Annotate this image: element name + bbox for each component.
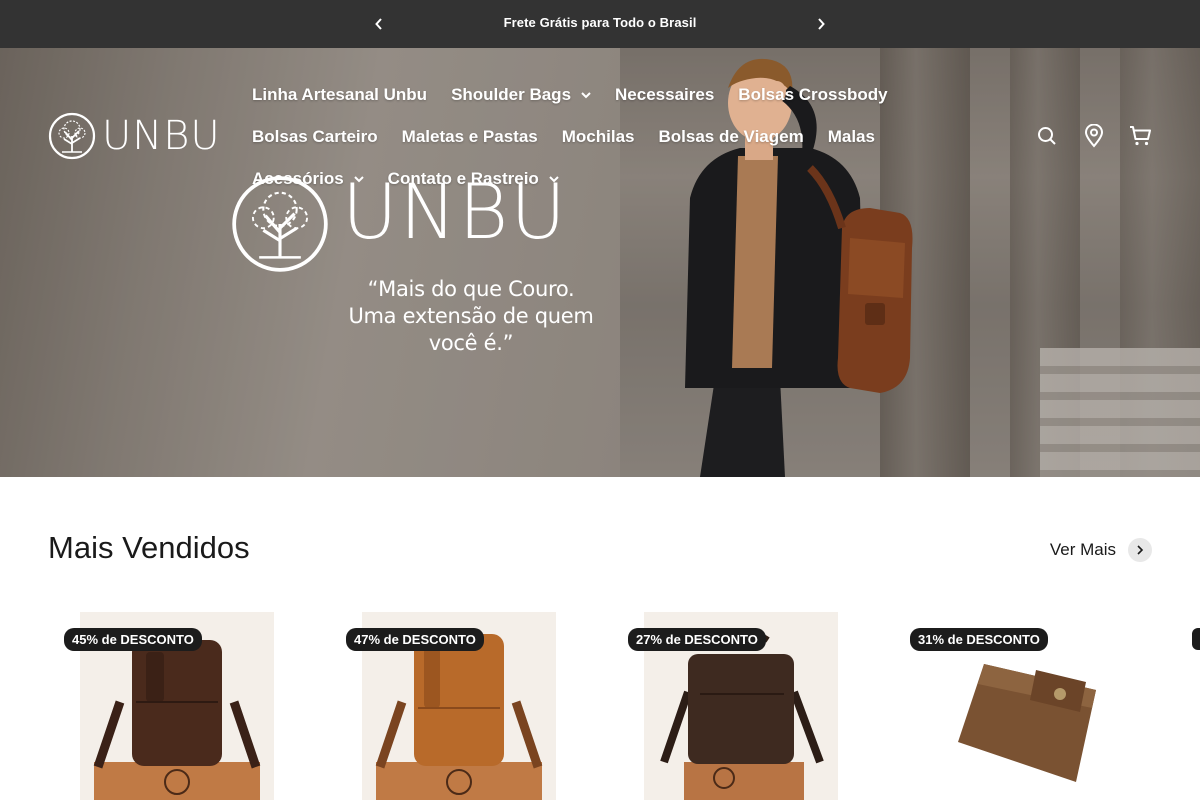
logo-wordmark: UNBU (102, 113, 221, 159)
nav-item-label: Bolsas de Viagem (658, 127, 804, 146)
nav-item-maletas-pastas[interactable]: Maletas e Pastas (402, 127, 538, 147)
nav-item-malas[interactable]: Malas (828, 127, 875, 147)
next-product-badge-peek (1192, 628, 1200, 650)
nav-row: Linha Artesanal Unbu Shoulder Bags Neces… (252, 74, 932, 116)
chevron-right-icon (818, 18, 825, 30)
nav-item-label: Bolsas Carteiro (252, 127, 378, 146)
tagline-line: Uma extensão de quem (348, 304, 594, 328)
location-pin-icon (1084, 123, 1103, 148)
product-carousel: 45% de DESCONTO 47% de DESCONTO 27% de D… (48, 612, 1200, 800)
discount-badge: 27% de DESCONTO (628, 628, 766, 651)
nav-item-bolsas-carteiro[interactable]: Bolsas Carteiro (252, 127, 378, 147)
section-title: Mais Vendidos (48, 530, 250, 565)
cart-button[interactable] (1129, 124, 1152, 147)
product-card[interactable]: 45% de DESCONTO (48, 612, 306, 800)
product-card[interactable]: 31% de DESCONTO (894, 612, 1152, 800)
tree-emblem-icon (48, 112, 96, 160)
nav-item-label: Malas (827, 127, 875, 146)
announcement-bar: Frete Grátis para Todo o Brasil (0, 0, 1200, 48)
product-card[interactable]: 47% de DESCONTO (330, 612, 588, 800)
hero-wordmark: UNBU (342, 167, 568, 256)
header-actions (1035, 123, 1152, 148)
tree-emblem-icon (232, 176, 328, 272)
nav-item-label: Necessaires (615, 85, 715, 104)
nav-item-bolsas-crossbody[interactable]: Bolsas Crossbody (738, 85, 887, 105)
chevron-right-icon (1137, 545, 1144, 555)
see-more-label: Ver Mais (1049, 540, 1116, 559)
nav-item-bolsas-viagem[interactable]: Bolsas de Viagem (659, 127, 804, 147)
nav-item-mochilas[interactable]: Mochilas (562, 127, 635, 147)
nav-item-label: Bolsas Crossbody (738, 85, 888, 104)
see-more-link[interactable]: Ver Mais (1050, 538, 1152, 562)
nav-item-label: Shoulder Bags (451, 85, 572, 104)
nav-item-label: Linha Artesanal Unbu (252, 85, 428, 104)
store-locator-button[interactable] (1082, 123, 1105, 148)
tagline-line: você é.” (428, 331, 514, 355)
hero-tagline: “Mais do que Couro. Uma extensão de quem… (330, 276, 612, 357)
nav-item-linha-artesanal[interactable]: Linha Artesanal Unbu (252, 85, 427, 105)
cart-icon (1130, 125, 1151, 145)
nav-item-label: Mochilas (561, 127, 635, 146)
search-icon (1037, 126, 1056, 145)
nav-item-necessaires[interactable]: Necessaires (615, 85, 714, 105)
nav-item-label: Maletas e Pastas (401, 127, 538, 146)
chevron-down-icon (581, 91, 591, 98)
see-more-arrow (1128, 538, 1152, 562)
product-card[interactable]: 27% de DESCONTO (612, 612, 870, 800)
site-logo[interactable]: UNBU (48, 112, 230, 160)
tagline-line: “Mais do que Couro. (367, 277, 575, 301)
search-button[interactable] (1035, 124, 1058, 147)
hero-brand-logo: UNBU (230, 172, 610, 282)
announcement-text: Frete Grátis para Todo o Brasil (503, 15, 697, 30)
discount-badge: 31% de DESCONTO (910, 628, 1048, 651)
nav-item-shoulder-bags[interactable]: Shoulder Bags (451, 85, 591, 105)
nav-row: Bolsas Carteiro Maletas e Pastas Mochila… (252, 116, 932, 158)
announcement-next-button[interactable] (811, 14, 831, 34)
discount-badge: 45% de DESCONTO (64, 628, 202, 651)
discount-badge: 47% de DESCONTO (346, 628, 484, 651)
